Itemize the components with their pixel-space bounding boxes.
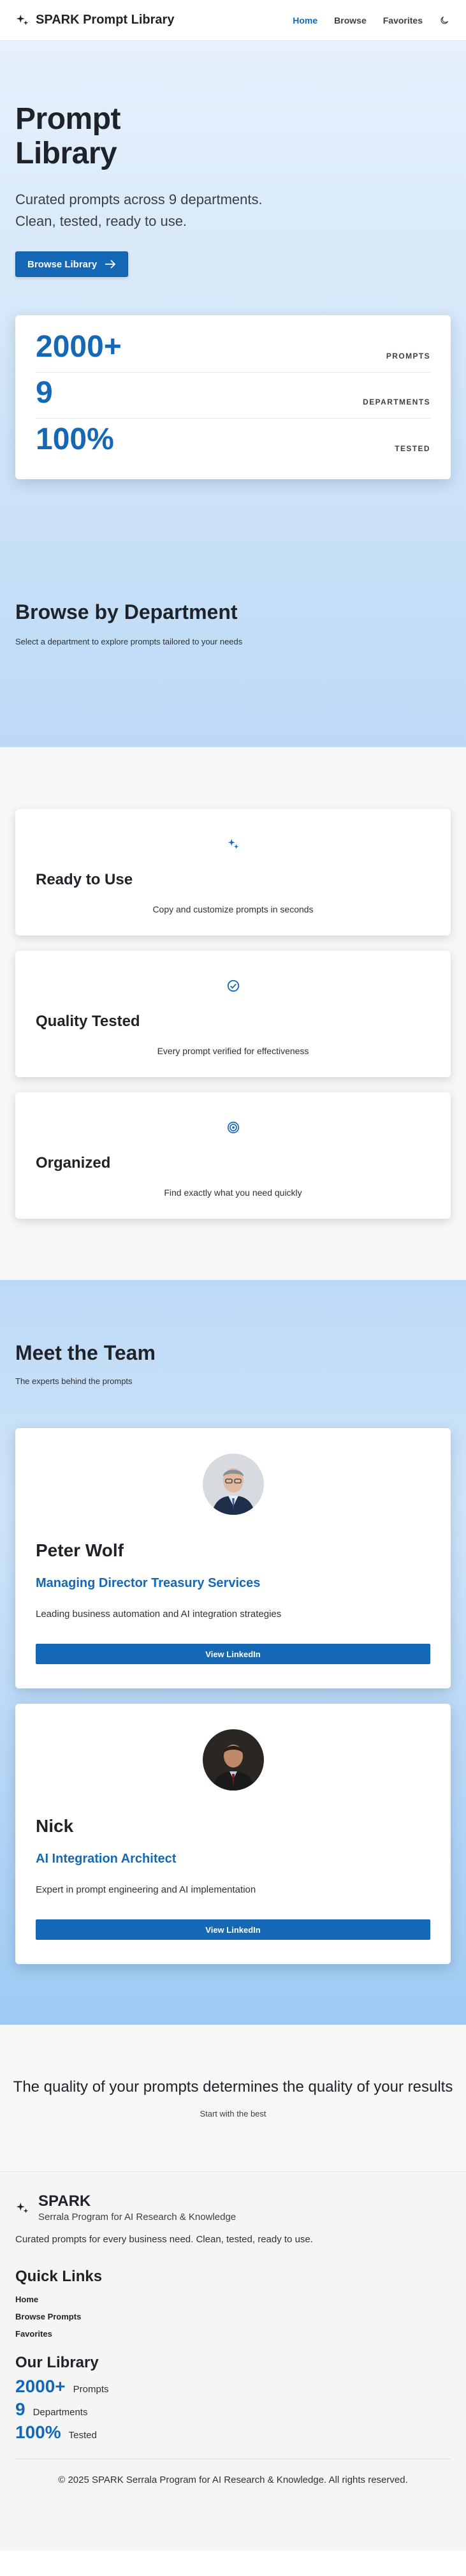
our-library-title: Our Library bbox=[15, 2354, 99, 2371]
library-stat-label: Prompts bbox=[73, 2384, 109, 2395]
footer-brand-name: SPARK bbox=[38, 2193, 91, 2210]
avatar bbox=[202, 1729, 264, 1791]
quick-links-title: Quick Links bbox=[15, 2268, 103, 2285]
library-stat-tested: 100% Tested bbox=[15, 2423, 451, 2442]
hero-section: Prompt Library Curated prompts across 9 … bbox=[0, 41, 466, 747]
footer-brand-fullname: Serrala Program for AI Research & Knowle… bbox=[38, 2212, 237, 2222]
departments-subtitle: Select a department to explore prompts t… bbox=[15, 637, 243, 646]
browse-library-button[interactable]: Browse Library bbox=[15, 251, 129, 277]
features-section: Ready to Use Copy and customize prompts … bbox=[0, 747, 466, 1280]
hero-title: Prompt Library bbox=[15, 102, 451, 171]
quick-links: Home Browse Prompts Favorites bbox=[15, 2295, 451, 2339]
sparkle-icon bbox=[226, 837, 240, 851]
stat-row-departments: 9 DEPARTMENTS bbox=[36, 373, 430, 419]
stats-card: 2000+ PROMPTS 9 DEPARTMENTS 100% TESTED bbox=[15, 315, 451, 479]
quote-subtext: Start with the best bbox=[200, 2109, 266, 2118]
target-icon bbox=[226, 1120, 240, 1135]
nav-favorites-link[interactable]: Favorites bbox=[383, 15, 423, 26]
avatar bbox=[202, 1454, 264, 1515]
sparkle-logo-icon bbox=[16, 2202, 29, 2214]
quote-text: The quality of your prompts determines t… bbox=[13, 2078, 453, 2096]
library-stats: 2000+ Prompts 9 Departments 100% Tested bbox=[15, 2377, 451, 2442]
arrow-right-icon bbox=[105, 260, 116, 269]
top-navbar: SPARK Prompt Library Home Browse Favorit… bbox=[0, 0, 466, 41]
hero-subtitle-line1: Curated prompts across 9 departments. bbox=[15, 191, 263, 207]
feature-card-ready: Ready to Use Copy and customize prompts … bbox=[15, 809, 451, 935]
library-stat-prompts: 2000+ Prompts bbox=[15, 2377, 451, 2396]
brand[interactable]: SPARK Prompt Library bbox=[15, 13, 174, 27]
hero-subtitle-line2: Clean, tested, ready to use. bbox=[15, 213, 187, 229]
footer-brand: SPARK Serrala Program for AI Research & … bbox=[15, 2193, 451, 2222]
theme-toggle-button[interactable] bbox=[438, 14, 451, 27]
stat-label: DEPARTMENTS bbox=[363, 398, 430, 406]
team-section: Meet the Team The experts behind the pro… bbox=[0, 1280, 466, 2025]
copyright-text: © 2025 SPARK Serrala Program for AI Rese… bbox=[58, 2475, 408, 2485]
stat-label: TESTED bbox=[395, 444, 430, 453]
library-stat-label: Tested bbox=[68, 2430, 97, 2441]
feature-title: Organized bbox=[36, 1154, 111, 1172]
view-linkedin-button[interactable]: View LinkedIn bbox=[36, 1644, 430, 1664]
main-nav: Home Browse Favorites bbox=[293, 15, 423, 26]
stat-row-tested: 100% TESTED bbox=[36, 419, 430, 465]
member-role: Managing Director Treasury Services bbox=[36, 1576, 261, 1590]
member-role: AI Integration Architect bbox=[36, 1852, 177, 1866]
member-card-nick: Nick AI Integration Architect Expert in … bbox=[15, 1704, 451, 1964]
footer-link-favorites[interactable]: Favorites bbox=[15, 2329, 451, 2339]
library-stat-value: 2000+ bbox=[15, 2376, 66, 2396]
check-circle-icon bbox=[226, 979, 240, 993]
team-title: Meet the Team bbox=[15, 1341, 156, 1364]
hero-title-line2: Library bbox=[15, 137, 117, 170]
library-stat-departments: 9 Departments bbox=[15, 2400, 451, 2419]
brand-name: SPARK Prompt Library bbox=[36, 13, 175, 27]
feature-title: Quality Tested bbox=[36, 1013, 140, 1030]
footer: SPARK Serrala Program for AI Research & … bbox=[0, 2171, 466, 2550]
member-card-peter: Peter Wolf Managing Director Treasury Se… bbox=[15, 1428, 451, 1688]
view-linkedin-button[interactable]: View LinkedIn bbox=[36, 1919, 430, 1940]
nav-browse-link[interactable]: Browse bbox=[334, 15, 367, 26]
footer-link-home[interactable]: Home bbox=[15, 2295, 451, 2304]
feature-title: Ready to Use bbox=[36, 871, 133, 888]
member-name: Peter Wolf bbox=[36, 1540, 124, 1560]
team-subtitle: The experts behind the prompts bbox=[15, 1376, 133, 1386]
hero-title-line1: Prompt bbox=[15, 102, 121, 136]
footer-link-browse-prompts[interactable]: Browse Prompts bbox=[15, 2312, 451, 2321]
library-stat-label: Departments bbox=[33, 2407, 88, 2418]
moon-icon bbox=[441, 16, 448, 24]
feature-desc: Find exactly what you need quickly bbox=[164, 1187, 302, 1198]
library-stat-value: 100% bbox=[15, 2422, 61, 2442]
stat-value: 100% bbox=[36, 422, 114, 456]
hero-subtitle: Curated prompts across 9 departments. Cl… bbox=[15, 189, 451, 232]
footer-description: Curated prompts for every business need.… bbox=[15, 2234, 313, 2245]
nav-home-link[interactable]: Home bbox=[293, 15, 317, 26]
stat-row-prompts: 2000+ PROMPTS bbox=[36, 327, 430, 373]
feature-card-quality: Quality Tested Every prompt verified for… bbox=[15, 951, 451, 1077]
feature-desc: Every prompt verified for effectiveness bbox=[157, 1046, 309, 1056]
stat-label: PROMPTS bbox=[386, 352, 430, 361]
member-desc: Leading business automation and AI integ… bbox=[36, 1609, 282, 1619]
quote-section: The quality of your prompts determines t… bbox=[0, 2025, 466, 2171]
member-desc: Expert in prompt engineering and AI impl… bbox=[36, 1884, 256, 1895]
feature-desc: Copy and customize prompts in seconds bbox=[152, 904, 314, 914]
departments-title: Browse by Department bbox=[15, 600, 238, 623]
feature-card-organized: Organized Find exactly what you need qui… bbox=[15, 1092, 451, 1219]
stat-value: 9 bbox=[36, 376, 53, 410]
browse-library-label: Browse Library bbox=[27, 258, 98, 270]
library-stat-value: 9 bbox=[15, 2399, 25, 2419]
stat-value: 2000+ bbox=[36, 330, 122, 364]
member-name: Nick bbox=[36, 1816, 74, 1836]
sparkle-logo-icon bbox=[16, 14, 29, 25]
